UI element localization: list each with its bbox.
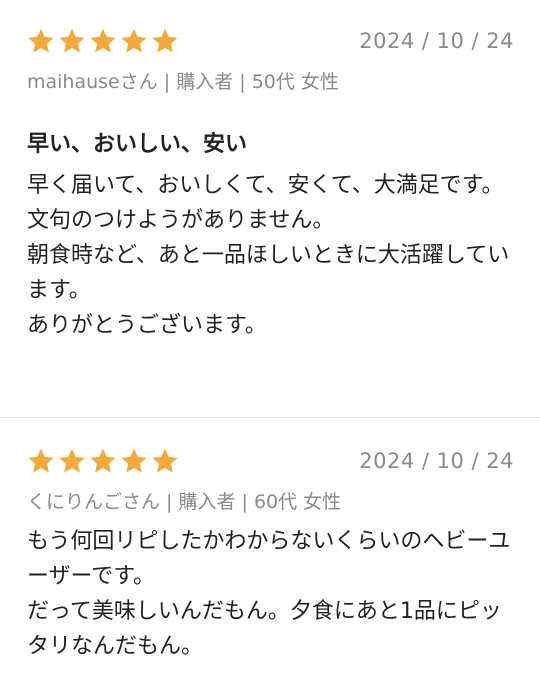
star-icon [59,448,85,473]
star-icon [90,448,116,473]
review-line: もう何回リピしたかわからないくらいのヘビーユーザーです。 [27,529,511,589]
star-icon [121,448,147,473]
star-rating [27,447,179,475]
review-line: だって美味しいんだもん。夕食にあと1品にピッタリなんだもん。 [27,599,502,659]
star-icon [152,448,178,473]
review-date: 2024 / 10 / 24 [359,449,514,473]
review-body: もう何回リピしたかわからないくらいのヘビーユーザーです。 だって美味しいんだもん… [27,524,514,664]
review-header: 2024 / 10 / 24 [27,444,514,478]
reviewer-info: くにりんごさん | 購入者 | 60代 女性 [27,491,342,513]
review-card: 2024 / 10 / 24 くにりんごさん | 購入者 | 60代 女性 もう… [0,0,540,664]
star-icon [28,448,54,473]
